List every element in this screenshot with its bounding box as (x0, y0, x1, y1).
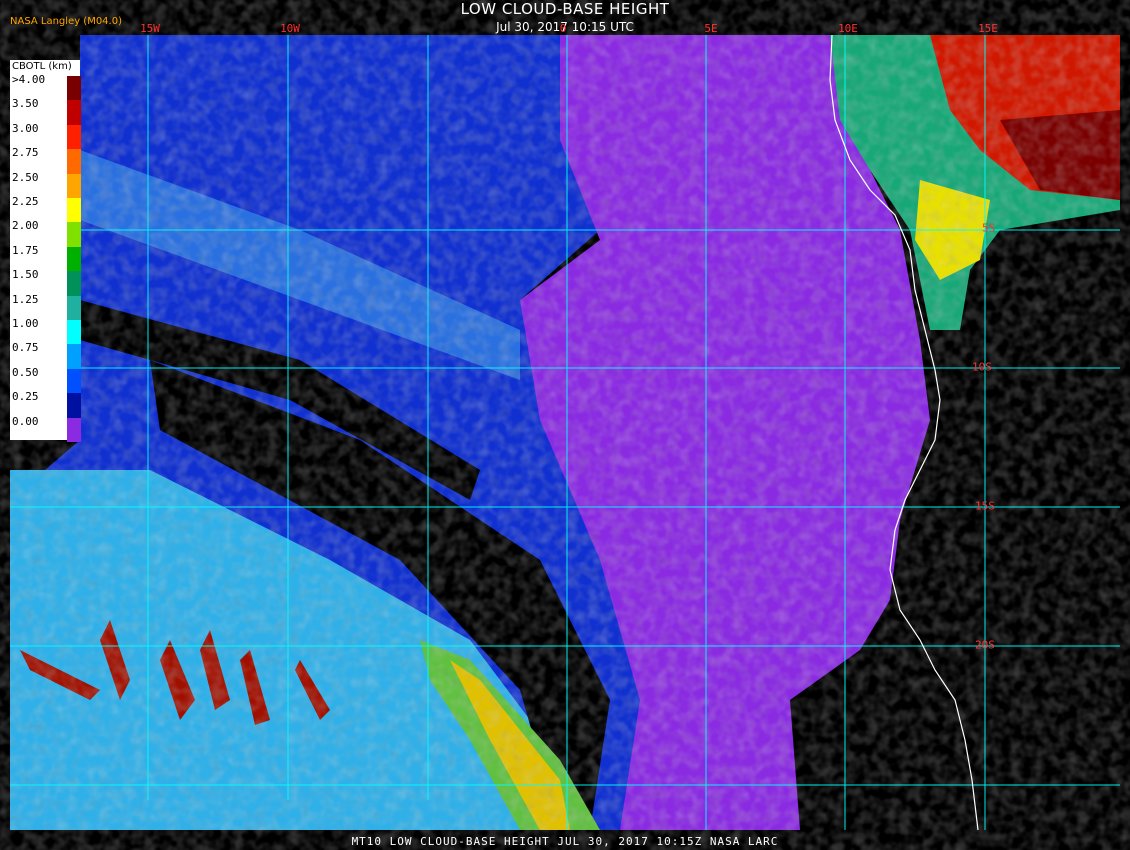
legend-swatch (67, 149, 81, 174)
lon-label: 10E (838, 22, 858, 35)
legend-swatch (67, 417, 81, 442)
legend-swatch (67, 393, 81, 418)
lat-label: 15S (975, 499, 995, 513)
legend-swatch (67, 271, 81, 296)
legend-label: 1.50 (12, 268, 39, 282)
legend-label: >4.00 (12, 73, 46, 86)
legend-label: 2.25 (12, 195, 39, 208)
lon-label: 10W (280, 22, 300, 35)
lon-label: 15E (978, 22, 998, 35)
legend-swatch (67, 344, 81, 369)
map-title: LOW CLOUD-BASE HEIGHT (460, 0, 670, 18)
legend-swatch (67, 246, 81, 272)
legend-label: 1.25 (12, 292, 39, 306)
lat-label: 10S (972, 360, 992, 374)
color-legend: CBOTL (km) >4.00 3.50 3.00 2.75 2.50 2.25 2.00… (10, 60, 81, 442)
legend-swatch (67, 173, 81, 198)
legend-label: 2.50 (12, 170, 39, 184)
map-footer: MT10 LOW CLOUD-BASE HEIGHT JUL 30, 2017 … (351, 835, 779, 848)
legend-swatch (67, 198, 81, 223)
lon-label: 5E (704, 22, 718, 35)
lon-label: 0 (559, 22, 567, 35)
legend-label: 1.75 (12, 243, 39, 257)
legend-label: 3.50 (12, 97, 39, 111)
legend-swatch (67, 295, 81, 320)
lat-label: 5S (982, 221, 996, 235)
legend-label: 2.75 (12, 146, 39, 160)
legend-label: 1.00 (12, 317, 39, 330)
legend-title: CBOTL (km) (12, 61, 72, 72)
legend-swatch (67, 320, 81, 345)
lat-label: 20S (975, 638, 995, 652)
legend-swatch (67, 124, 81, 150)
cloud-height-map (10, 34, 1120, 831)
legend-label: 3.00 (12, 121, 39, 135)
lon-label: 15W (140, 22, 160, 35)
legend-label: 0.50 (12, 365, 39, 379)
legend-label: 0.25 (12, 390, 39, 404)
legend-swatch (67, 222, 81, 247)
legend-swatch (67, 368, 81, 394)
legend-swatch (67, 100, 81, 125)
legend-label: 2.00 (12, 219, 39, 233)
legend-swatch (67, 76, 81, 101)
legend-label: 0.75 (12, 341, 39, 355)
legend-label: 0.00 (12, 414, 39, 428)
